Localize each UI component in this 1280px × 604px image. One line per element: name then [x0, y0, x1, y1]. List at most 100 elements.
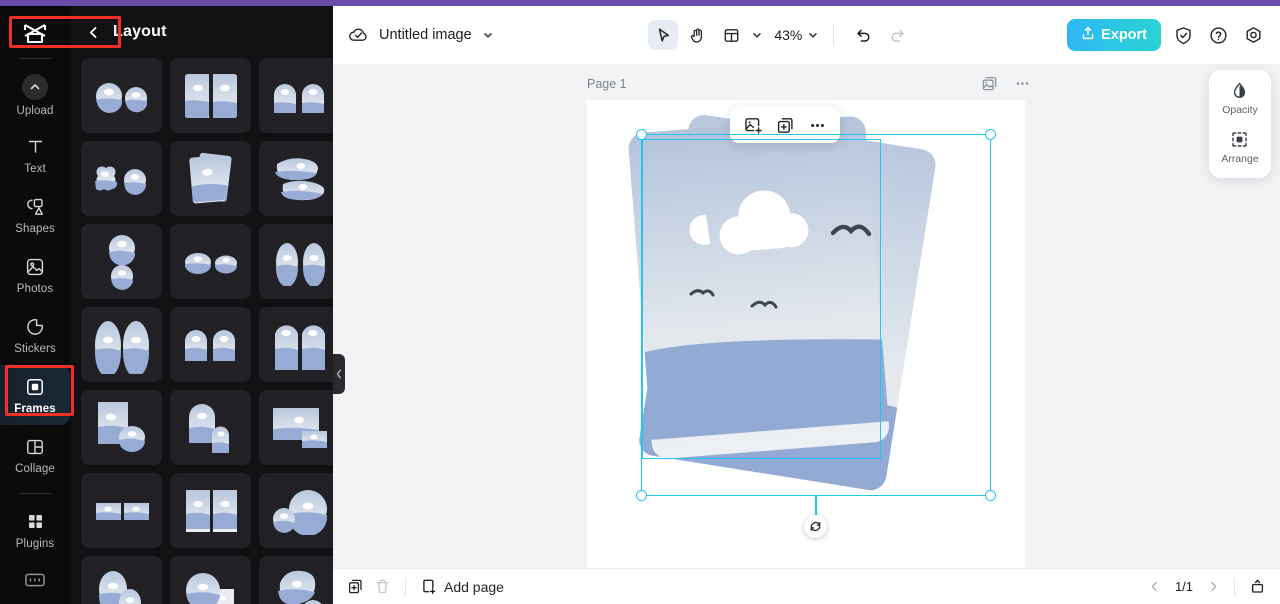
page-more-options-icon[interactable] [1014, 75, 1031, 92]
layout-thumb-two-portrait-rects[interactable] [170, 473, 251, 548]
layout-thumb-two-circles[interactable] [81, 58, 162, 133]
layout-thumb-blob-with-circle[interactable] [259, 556, 333, 604]
rail-divider [19, 58, 51, 59]
layout-thumb-two-rounded-panels[interactable] [170, 58, 251, 133]
layout-thumb-flower-and-circle[interactable] [81, 141, 162, 216]
prev-page-button[interactable] [1148, 580, 1161, 593]
capcut-logo[interactable] [15, 18, 55, 50]
left-rail: Upload Text Shapes Photos Stickers Frame… [0, 6, 70, 604]
sidebar-item-label: Stickers [14, 342, 56, 355]
layout-tool-button[interactable] [716, 20, 746, 50]
center-tools: 43% [494, 20, 1067, 50]
settings-gear-icon[interactable] [1240, 22, 1266, 48]
duplicate-icon[interactable] [772, 112, 798, 138]
element-float-toolbar [730, 107, 840, 143]
arrange-label: Arrange [1221, 153, 1259, 165]
zoom-value: 43% [774, 27, 803, 43]
duplicate-page-button[interactable] [347, 578, 364, 595]
shield-check-icon[interactable] [1170, 22, 1196, 48]
bottom-divider-2 [1234, 577, 1235, 596]
export-upload-icon [1081, 26, 1095, 44]
page-label: Page 1 [587, 77, 627, 91]
layout-thumb-two-overlapping-ovals[interactable] [81, 556, 162, 604]
hand-tool-button[interactable] [682, 20, 712, 50]
select-tool-button[interactable] [648, 20, 679, 50]
zoom-control[interactable]: 43% [771, 27, 819, 43]
text-icon [24, 136, 46, 158]
layout-thumb-arch-with-small-arch[interactable] [170, 390, 251, 465]
document-title-group[interactable]: Untitled image [347, 24, 494, 46]
sidebar-item-frames[interactable]: Frames [0, 365, 70, 425]
rail-bottom-toggle[interactable] [0, 560, 70, 604]
photos-icon [24, 256, 46, 278]
layout-panel: Layout [70, 6, 333, 604]
opacity-control[interactable]: Opacity [1222, 81, 1258, 116]
top-toolbar: Untitled image 43% Export [333, 6, 1280, 65]
plugins-icon [24, 511, 46, 533]
page-navigation: 1/1 [1148, 577, 1266, 596]
shapes-icon [24, 196, 46, 218]
artwork-canvas [627, 112, 938, 493]
stickers-icon [24, 316, 46, 338]
arrange-control[interactable]: Arrange [1221, 130, 1259, 165]
rotate-handle-button[interactable] [804, 515, 827, 538]
bottom-bar: Add page 1/1 [333, 568, 1280, 604]
layout-thumb-two-small-rects[interactable] [81, 473, 162, 548]
layout-thumb-two-wide-ellipses[interactable] [170, 224, 251, 299]
sidebar-item-plugins[interactable]: Plugins [0, 500, 70, 560]
delete-page-button[interactable] [374, 578, 391, 595]
bottom-divider [405, 577, 406, 596]
layout-thumb-circle-with-rect[interactable] [170, 556, 251, 604]
layout-thumb-two-tall-ovals-large[interactable] [81, 307, 162, 382]
more-options-icon[interactable] [804, 112, 830, 138]
frames-icon [24, 376, 46, 398]
layout-thumb-two-circles-stacked[interactable] [81, 224, 162, 299]
capcut-image-editor: Upload Text Shapes Photos Stickers Frame… [0, 0, 1280, 604]
chevron-down-icon[interactable] [482, 29, 494, 41]
layout-thumb-rect-with-oval[interactable] [81, 390, 162, 465]
back-button[interactable] [86, 25, 101, 40]
panel-collapse-handle[interactable] [333, 354, 345, 394]
next-page-button[interactable] [1207, 580, 1220, 593]
zoom-caret-icon[interactable] [807, 29, 819, 41]
layout-thumb-two-blobs[interactable] [259, 141, 333, 216]
expand-panel-button[interactable] [1249, 578, 1266, 595]
sidebar-item-label: Plugins [15, 537, 55, 550]
layout-thumb-two-tall-arches[interactable] [259, 307, 333, 382]
layout-thumb-two-small-arches[interactable] [170, 307, 251, 382]
sidebar-item-label: Upload [16, 104, 54, 117]
sidebar-item-upload[interactable]: Upload [0, 65, 70, 125]
help-question-icon[interactable] [1205, 22, 1231, 48]
cloud-saved-icon [347, 24, 369, 46]
sidebar-item-shapes[interactable]: Shapes [0, 185, 70, 245]
sidebar-item-label: Text [24, 162, 46, 175]
undo-button[interactable] [848, 20, 878, 50]
duplicate-page-icon[interactable] [981, 75, 998, 92]
layout-thumbnail-grid [70, 58, 333, 604]
opacity-droplet-icon [1230, 81, 1249, 100]
main-area: Untitled image 43% Export Page 1 Opacity… [333, 6, 1280, 604]
canvas-area[interactable]: Page 1 Opacity Arrange [333, 65, 1280, 568]
sidebar-item-photos[interactable]: Photos [0, 245, 70, 305]
redo-button[interactable] [882, 20, 912, 50]
layout-thumb-big-circle-small-circle[interactable] [259, 473, 333, 548]
sidebar-item-text[interactable]: Text [0, 125, 70, 185]
sidebar-item-collage[interactable]: Collage [0, 425, 70, 485]
toolbar-keyboard-icon [24, 571, 46, 594]
document-title: Untitled image [379, 27, 472, 43]
layout-thumb-two-arches[interactable] [259, 58, 333, 133]
replace-image-icon[interactable] [740, 112, 766, 138]
sidebar-item-stickers[interactable]: Stickers [0, 305, 70, 365]
add-page-button[interactable]: Add page [420, 578, 504, 595]
layout-thumb-stacked-tilted-cards[interactable] [170, 141, 251, 216]
artboard-page-1[interactable] [587, 100, 1025, 568]
layout-caret-icon[interactable] [751, 29, 763, 41]
topbar-right-group: Export [1067, 19, 1266, 51]
layout-thumb-two-tall-ovals[interactable] [259, 224, 333, 299]
right-properties-dock: Opacity Arrange [1209, 70, 1271, 178]
panel-title: Layout [113, 23, 167, 40]
export-button[interactable]: Export [1067, 19, 1161, 51]
layout-thumb-big-rect-small-rect[interactable] [259, 390, 333, 465]
rail-divider-2 [19, 493, 51, 494]
sidebar-item-label: Frames [14, 402, 56, 415]
